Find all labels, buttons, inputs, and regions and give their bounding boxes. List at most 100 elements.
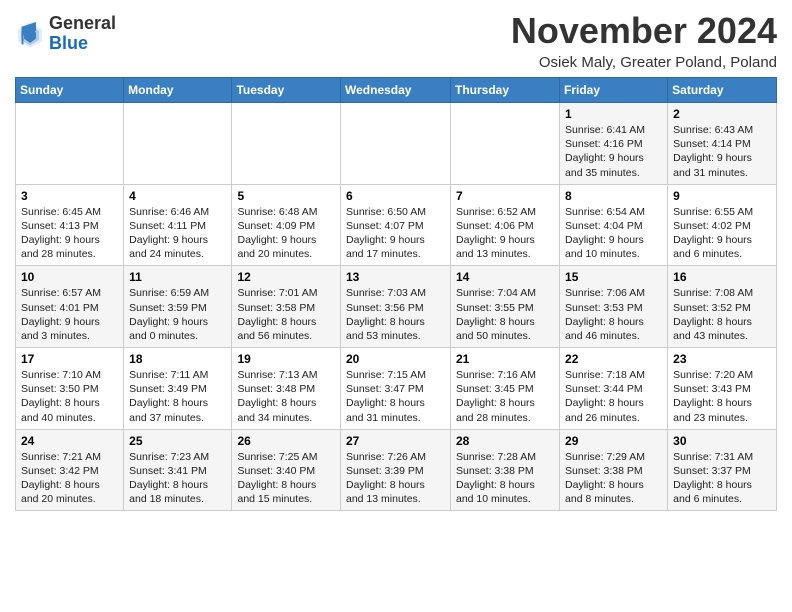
day-info: Sunrise: 6:48 AM Sunset: 4:09 PM Dayligh… [237, 205, 335, 262]
calendar-cell: 25Sunrise: 7:23 AM Sunset: 3:41 PM Dayli… [124, 429, 232, 511]
day-info: Sunrise: 7:13 AM Sunset: 3:48 PM Dayligh… [237, 368, 335, 425]
day-info: Sunrise: 6:46 AM Sunset: 4:11 PM Dayligh… [129, 205, 226, 262]
day-number: 27 [346, 434, 445, 448]
day-number: 8 [565, 189, 662, 203]
calendar-cell: 17Sunrise: 7:10 AM Sunset: 3:50 PM Dayli… [16, 348, 124, 430]
day-info: Sunrise: 7:21 AM Sunset: 3:42 PM Dayligh… [21, 450, 118, 507]
location: Osiek Maly, Greater Poland, Poland [511, 54, 777, 71]
calendar-cell: 7 Sunrise: 6:52 AM Sunset: 4:06 PM Daylig… [451, 184, 560, 266]
calendar-cell: 5 Sunrise: 6:48 AM Sunset: 4:09 PM Daylig… [232, 184, 341, 266]
calendar-cell: 13 Sunrise: 7:03 AM Sunset: 3:56 PM Dayli… [341, 266, 451, 348]
day-number: 23 [673, 352, 771, 366]
day-info: Sunrise: 7:03 AM Sunset: 3:56 PM Dayligh… [346, 286, 445, 343]
day-number: 7 [456, 189, 554, 203]
calendar-cell: 27 Sunrise: 7:26 AM Sunset: 3:39 PM Dayli… [341, 429, 451, 511]
calendar-cell: 26 Sunrise: 7:25 AM Sunset: 3:40 PM Dayli… [232, 429, 341, 511]
day-info: Sunrise: 6:55 AM Sunset: 4:02 PM Dayligh… [673, 205, 771, 262]
header-row: SundayMondayTuesdayWednesdayThursdayFrid… [16, 78, 777, 103]
calendar-cell: 4 Sunrise: 6:46 AM Sunset: 4:11 PM Daylig… [124, 184, 232, 266]
calendar-cell: 8 Sunrise: 6:54 AM Sunset: 4:04 PM Daylig… [560, 184, 668, 266]
calendar-cell: 29 Sunrise: 7:29 AM Sunset: 3:38 PM Dayli… [560, 429, 668, 511]
day-info: Sunrise: 6:50 AM Sunset: 4:07 PM Dayligh… [346, 205, 445, 262]
day-number: 20 [346, 352, 445, 366]
day-info: Sunrise: 6:59 AM Sunset: 3:59 PM Dayligh… [129, 286, 226, 343]
day-of-week-header: Monday [124, 78, 232, 103]
calendar-cell: 22Sunrise: 7:18 AM Sunset: 3:44 PM Dayli… [560, 348, 668, 430]
day-info: Sunrise: 7:31 AM Sunset: 3:37 PM Dayligh… [673, 450, 771, 507]
day-number: 3 [21, 189, 118, 203]
calendar-cell: 2Sunrise: 6:43 AM Sunset: 4:14 PM Daylig… [668, 103, 777, 185]
day-info: Sunrise: 7:06 AM Sunset: 3:53 PM Dayligh… [565, 286, 662, 343]
calendar-week-row: 1Sunrise: 6:41 AM Sunset: 4:16 PM Daylig… [16, 103, 777, 185]
calendar-body: 1Sunrise: 6:41 AM Sunset: 4:16 PM Daylig… [16, 103, 777, 511]
day-number: 9 [673, 189, 771, 203]
logo-general: General [49, 14, 116, 34]
calendar-cell: 12Sunrise: 7:01 AM Sunset: 3:58 PM Dayli… [232, 266, 341, 348]
day-of-week-header: Saturday [668, 78, 777, 103]
day-number: 16 [673, 270, 771, 284]
day-number: 28 [456, 434, 554, 448]
day-info: Sunrise: 6:57 AM Sunset: 4:01 PM Dayligh… [21, 286, 118, 343]
calendar-cell: 23 Sunrise: 7:20 AM Sunset: 3:43 PM Dayli… [668, 348, 777, 430]
calendar-cell [451, 103, 560, 185]
day-of-week-header: Friday [560, 78, 668, 103]
day-info: Sunrise: 7:08 AM Sunset: 3:52 PM Dayligh… [673, 286, 771, 343]
day-number: 13 [346, 270, 445, 284]
day-number: 5 [237, 189, 335, 203]
page-header: General Blue November 2024 Osiek Maly, G… [15, 10, 777, 71]
day-number: 12 [237, 270, 335, 284]
calendar-week-row: 17Sunrise: 7:10 AM Sunset: 3:50 PM Dayli… [16, 348, 777, 430]
calendar-week-row: 10Sunrise: 6:57 AM Sunset: 4:01 PM Dayli… [16, 266, 777, 348]
calendar-cell: 1Sunrise: 6:41 AM Sunset: 4:16 PM Daylig… [560, 103, 668, 185]
day-number: 24 [21, 434, 118, 448]
day-info: Sunrise: 7:10 AM Sunset: 3:50 PM Dayligh… [21, 368, 118, 425]
day-info: Sunrise: 6:52 AM Sunset: 4:06 PM Dayligh… [456, 205, 554, 262]
day-info: Sunrise: 7:26 AM Sunset: 3:39 PM Dayligh… [346, 450, 445, 507]
calendar-cell: 16 Sunrise: 7:08 AM Sunset: 3:52 PM Dayli… [668, 266, 777, 348]
day-info: Sunrise: 7:29 AM Sunset: 3:38 PM Dayligh… [565, 450, 662, 507]
calendar-cell: 19 Sunrise: 7:13 AM Sunset: 3:48 PM Dayli… [232, 348, 341, 430]
day-of-week-header: Sunday [16, 78, 124, 103]
day-info: Sunrise: 6:43 AM Sunset: 4:14 PM Dayligh… [673, 123, 771, 180]
calendar-table: SundayMondayTuesdayWednesdayThursdayFrid… [15, 77, 777, 511]
month-title: November 2024 [511, 10, 777, 52]
day-number: 25 [129, 434, 226, 448]
calendar-cell: 3Sunrise: 6:45 AM Sunset: 4:13 PM Daylig… [16, 184, 124, 266]
day-number: 19 [237, 352, 335, 366]
day-info: Sunrise: 7:16 AM Sunset: 3:45 PM Dayligh… [456, 368, 554, 425]
day-info: Sunrise: 7:25 AM Sunset: 3:40 PM Dayligh… [237, 450, 335, 507]
calendar-cell: 9 Sunrise: 6:55 AM Sunset: 4:02 PM Daylig… [668, 184, 777, 266]
calendar-cell: 30 Sunrise: 7:31 AM Sunset: 3:37 PM Dayli… [668, 429, 777, 511]
calendar-cell: 28 Sunrise: 7:28 AM Sunset: 3:38 PM Dayli… [451, 429, 560, 511]
day-info: Sunrise: 6:54 AM Sunset: 4:04 PM Dayligh… [565, 205, 662, 262]
day-number: 14 [456, 270, 554, 284]
logo-blue: Blue [49, 34, 116, 54]
day-number: 29 [565, 434, 662, 448]
logo: General Blue [15, 14, 116, 54]
day-of-week-header: Tuesday [232, 78, 341, 103]
calendar-cell: 14Sunrise: 7:04 AM Sunset: 3:55 PM Dayli… [451, 266, 560, 348]
calendar-cell: 15 Sunrise: 7:06 AM Sunset: 3:53 PM Dayli… [560, 266, 668, 348]
day-number: 4 [129, 189, 226, 203]
day-number: 21 [456, 352, 554, 366]
title-block: November 2024 Osiek Maly, Greater Poland… [511, 10, 777, 71]
day-number: 30 [673, 434, 771, 448]
day-number: 26 [237, 434, 335, 448]
day-info: Sunrise: 7:20 AM Sunset: 3:43 PM Dayligh… [673, 368, 771, 425]
calendar-cell: 18 Sunrise: 7:11 AM Sunset: 3:49 PM Dayli… [124, 348, 232, 430]
calendar-cell: 24 Sunrise: 7:21 AM Sunset: 3:42 PM Dayli… [16, 429, 124, 511]
day-number: 15 [565, 270, 662, 284]
logo-text: General Blue [49, 14, 116, 54]
day-of-week-header: Wednesday [341, 78, 451, 103]
calendar-cell [124, 103, 232, 185]
day-info: Sunrise: 7:28 AM Sunset: 3:38 PM Dayligh… [456, 450, 554, 507]
day-number: 18 [129, 352, 226, 366]
day-number: 1 [565, 107, 662, 121]
day-info: Sunrise: 7:15 AM Sunset: 3:47 PM Dayligh… [346, 368, 445, 425]
calendar-cell: 21 Sunrise: 7:16 AM Sunset: 3:45 PM Dayli… [451, 348, 560, 430]
day-number: 22 [565, 352, 662, 366]
calendar-week-row: 3Sunrise: 6:45 AM Sunset: 4:13 PM Daylig… [16, 184, 777, 266]
day-of-week-header: Thursday [451, 78, 560, 103]
calendar-cell: 20 Sunrise: 7:15 AM Sunset: 3:47 PM Dayli… [341, 348, 451, 430]
day-info: Sunrise: 7:11 AM Sunset: 3:49 PM Dayligh… [129, 368, 226, 425]
